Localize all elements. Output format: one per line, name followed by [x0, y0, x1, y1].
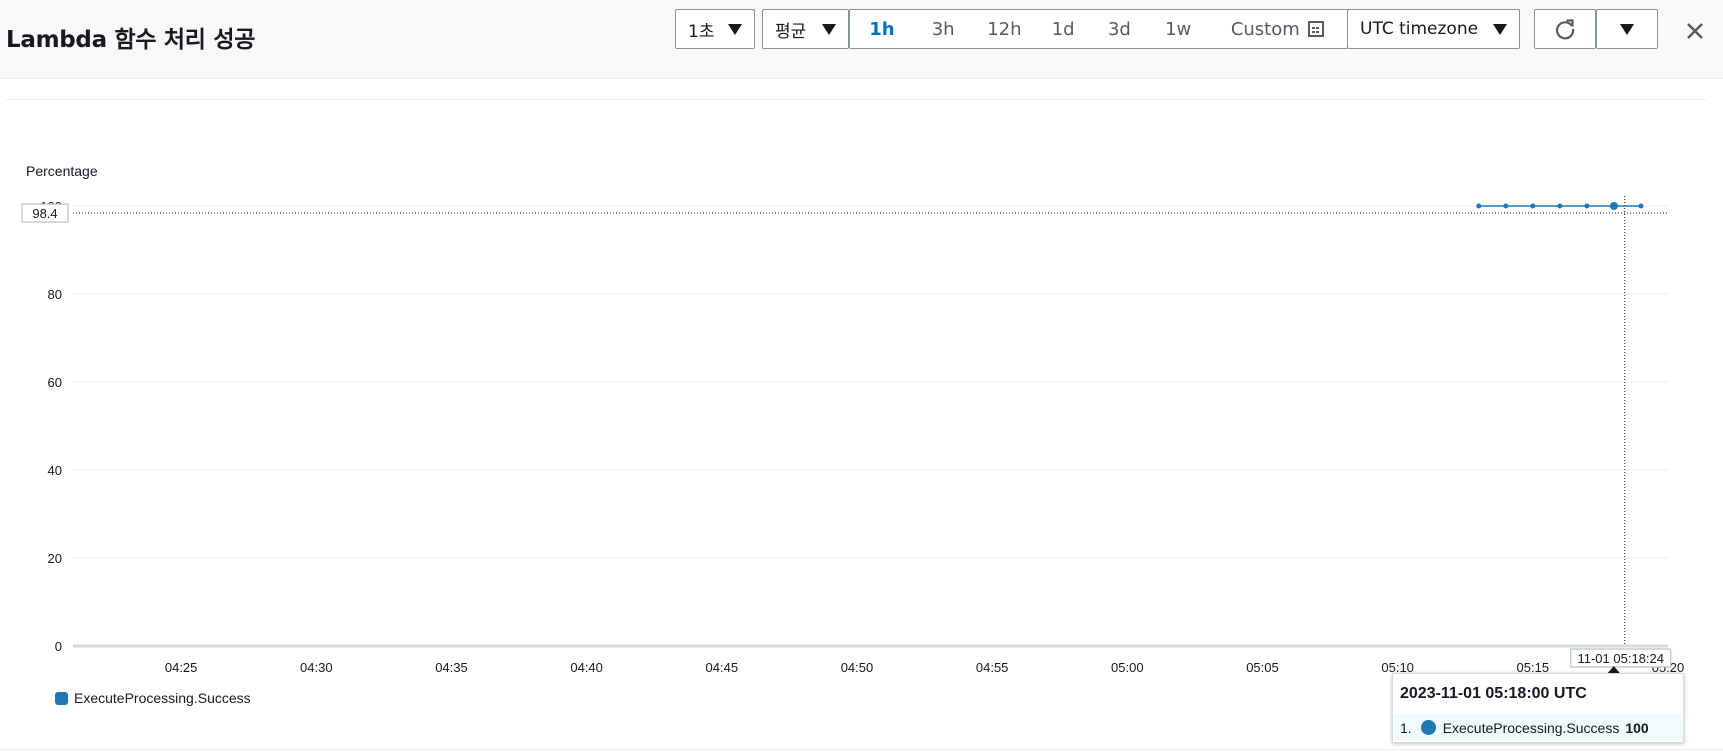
x-tick-label: 04:55 — [976, 660, 1009, 675]
range-option-12h[interactable]: 12h — [973, 10, 1037, 48]
data-point — [1557, 203, 1563, 209]
tooltip-timestamp: 2023-11-01 05:18:00 UTC — [1400, 685, 1587, 702]
legend-swatch — [55, 691, 68, 705]
data-tooltip: 2023-11-01 05:18:00 UTC 1. ExecuteProces… — [1392, 673, 1684, 743]
custom-label: Custom — [1230, 18, 1300, 40]
refresh-button[interactable] — [1534, 9, 1596, 49]
data-point — [1609, 202, 1618, 210]
calendar-icon — [1307, 21, 1324, 37]
crosshair-x-label-text: 11-01 05:18:24 — [1577, 651, 1664, 666]
statistic-value: 평균 — [775, 21, 807, 42]
widget-title: Lambda 함수 처리 성공 — [6, 27, 256, 53]
y-tick-label: 40 — [48, 463, 62, 478]
range-option-1d[interactable]: 1d — [1036, 10, 1090, 48]
range-option-custom[interactable]: Custom — [1208, 10, 1347, 48]
chevron-down-icon — [822, 23, 836, 35]
line-chart[interactable]: Percentage 0 20 40 60 80 100 04:25 04:30 04:35 04:… — [0, 100, 1723, 740]
series-dot-icon — [1420, 720, 1436, 735]
chevron-down-icon — [1493, 23, 1507, 35]
tooltip-index: 1. — [1400, 719, 1412, 736]
data-point — [1584, 203, 1590, 209]
range-option-3d[interactable]: 3d — [1090, 10, 1149, 48]
time-range-selector: 1h 3h 12h 1d 3d 1w Custom — [849, 9, 1348, 49]
x-tick-label: 04:40 — [570, 660, 603, 675]
chart-canvas[interactable]: Percentage 0 20 40 60 80 100 04:25 04:30 04:35 04:… — [0, 100, 1723, 740]
crosshair-y-label: 98.4 — [21, 203, 69, 223]
y-tick-label: 80 — [48, 287, 62, 302]
close-icon[interactable] — [1683, 19, 1707, 43]
data-point — [1476, 203, 1482, 209]
range-option-1w[interactable]: 1w — [1149, 10, 1208, 48]
x-tick-label: 05:00 — [1111, 660, 1144, 675]
timezone-select[interactable]: UTC timezone — [1347, 9, 1520, 49]
data-point — [1530, 203, 1536, 209]
timezone-value: UTC timezone — [1360, 19, 1479, 39]
widget-header: Lambda 함수 처리 성공 1초 평균 1h 3h 12h 1d 3d 1w… — [0, 0, 1723, 79]
period-value: 1초 — [688, 21, 715, 42]
crosshair-x-label: 11-01 05:18:24 — [1570, 648, 1672, 668]
bottom-divider — [0, 749, 1723, 750]
data-point — [1503, 203, 1509, 209]
x-tick-label: 04:35 — [435, 660, 468, 675]
tooltip-row: 1. ExecuteProcessing.Success 100 — [1394, 714, 1682, 741]
legend-label: ExecuteProcessing.Success — [74, 690, 251, 706]
period-select[interactable]: 1초 — [675, 9, 755, 49]
y-tick-label: 60 — [48, 375, 62, 390]
chart-legend[interactable]: ExecuteProcessing.Success — [55, 690, 251, 706]
range-option-1h[interactable]: 1h — [850, 10, 914, 48]
data-point — [1638, 203, 1644, 209]
statistic-select[interactable]: 평균 — [762, 9, 849, 49]
x-tick-label: 04:45 — [706, 660, 739, 675]
caret-down-icon — [1620, 23, 1634, 35]
x-tick-label: 04:50 — [841, 660, 874, 675]
x-tick-label: 04:30 — [300, 660, 333, 675]
refresh-icon — [1556, 19, 1575, 40]
refresh-options-dropdown[interactable] — [1596, 9, 1658, 49]
y-tick-label: 0 — [55, 639, 62, 654]
crosshair-y-label-text: 98.4 — [32, 206, 57, 221]
range-option-3h[interactable]: 3h — [914, 10, 973, 48]
y-tick-label: 20 — [48, 551, 62, 566]
tooltip-series: ExecuteProcessing.Success — [1442, 719, 1620, 736]
x-tick-label: 04:25 — [165, 660, 198, 675]
chevron-down-icon — [728, 23, 742, 35]
x-tick-label: 05:05 — [1246, 660, 1279, 675]
y-axis-label: Percentage — [26, 163, 98, 179]
tooltip-value: 100 — [1625, 719, 1649, 736]
